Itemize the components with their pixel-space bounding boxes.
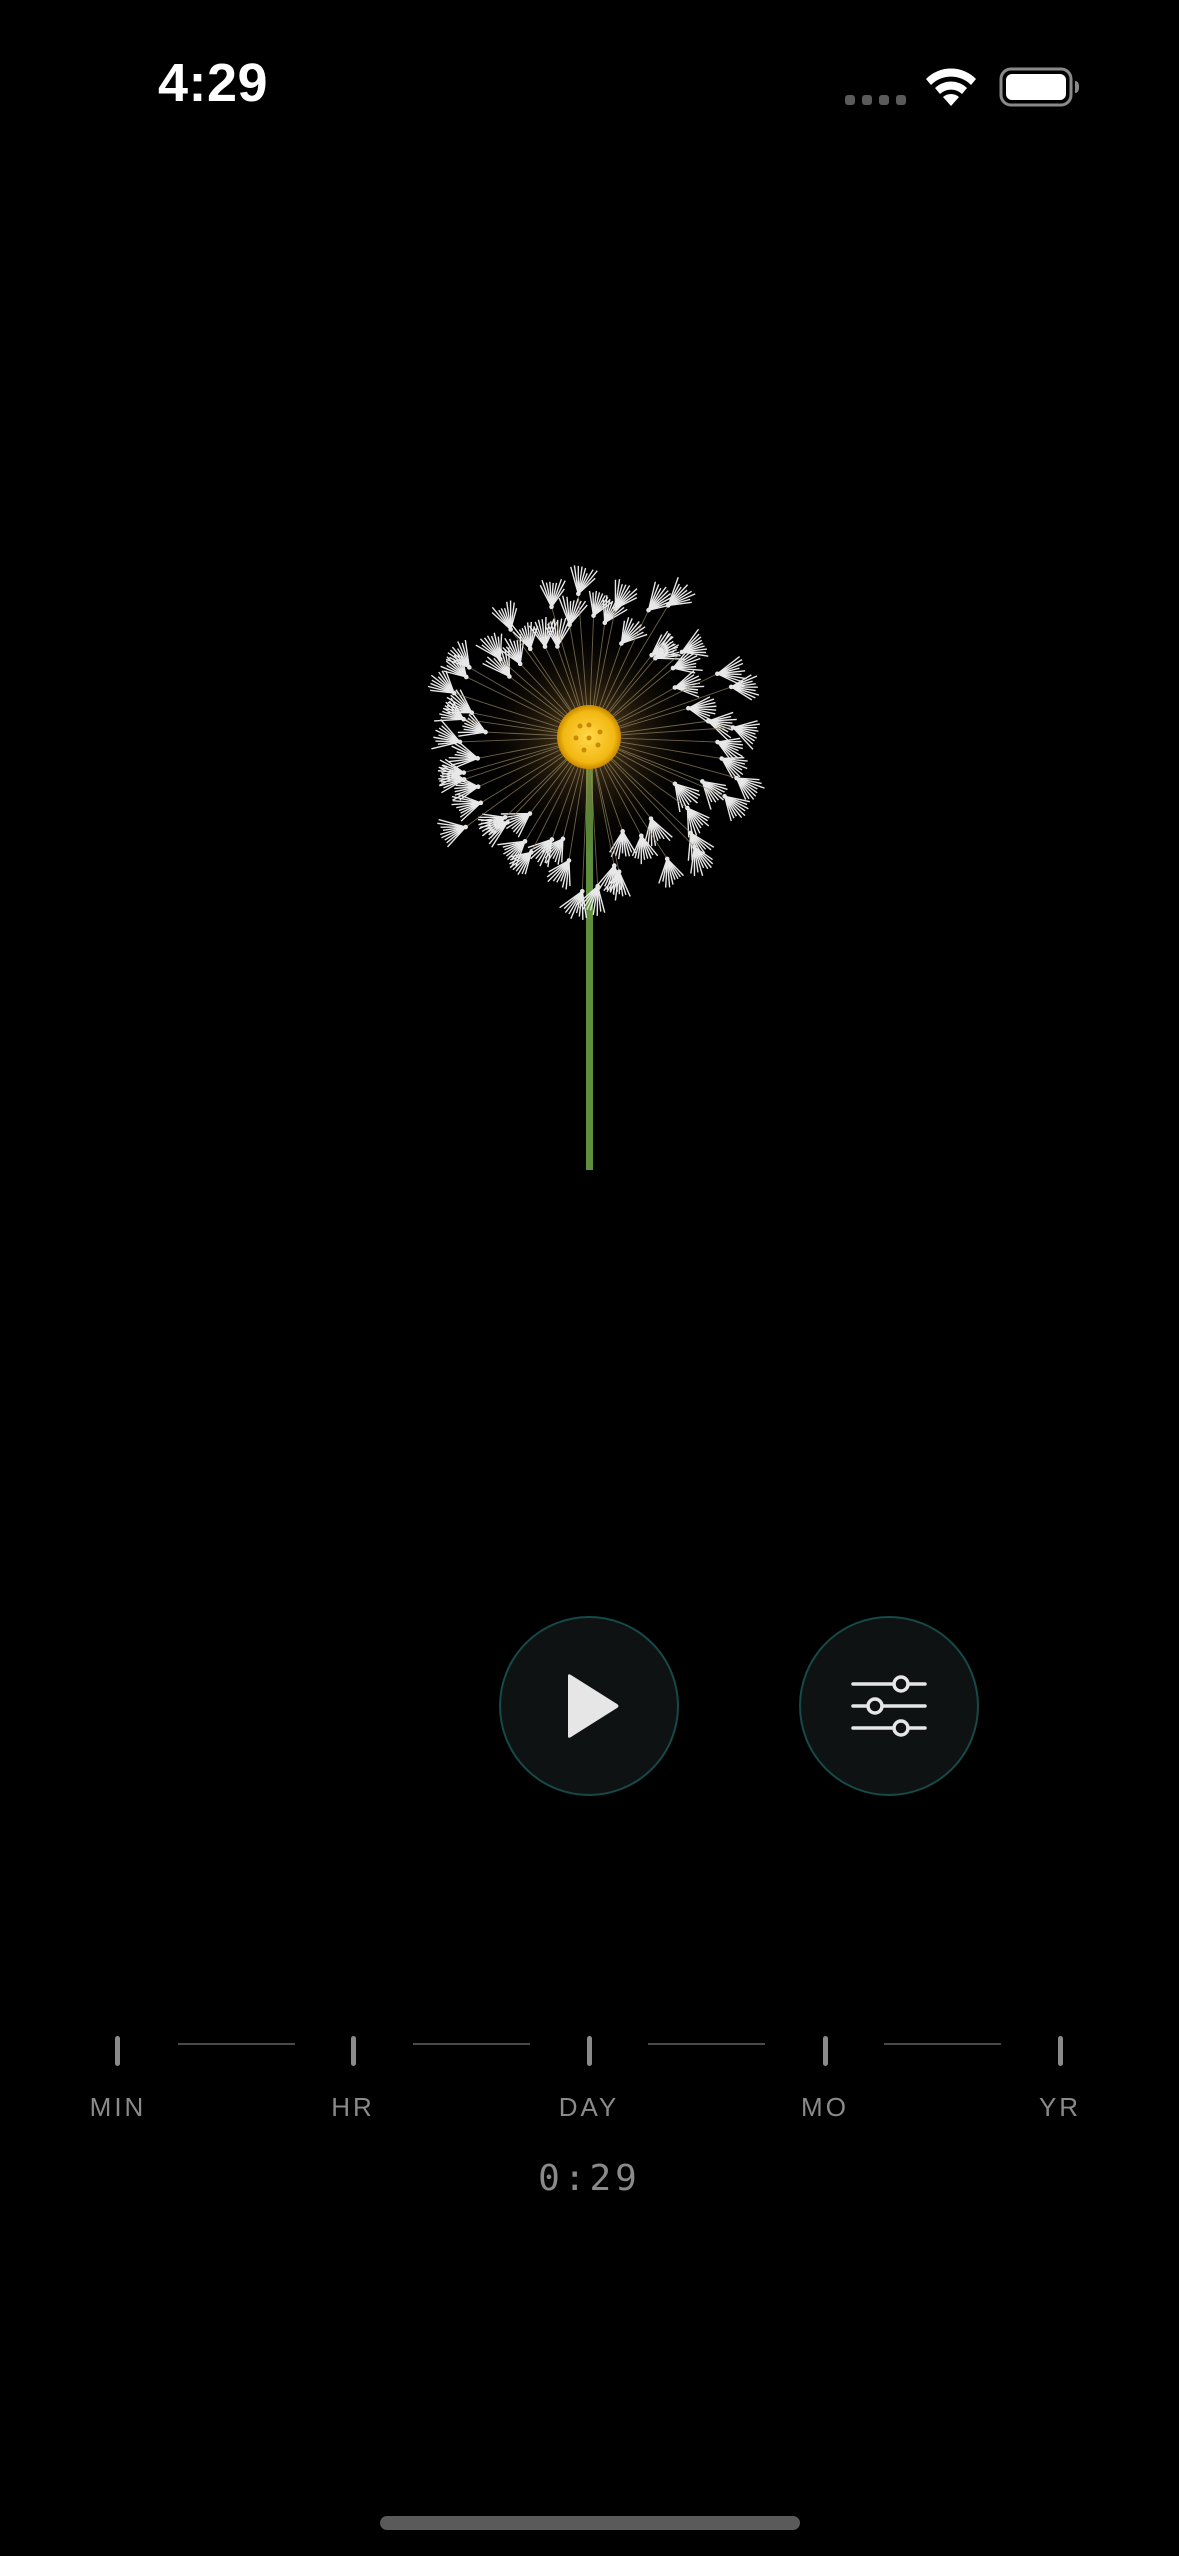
battery-icon <box>999 67 1079 107</box>
label-hr[interactable]: HR <box>293 2092 413 2123</box>
label-mo[interactable]: MO <box>765 2092 885 2123</box>
wifi-icon <box>926 68 976 106</box>
tick-mo[interactable] <box>823 2036 828 2066</box>
status-time: 4:29 <box>158 53 269 113</box>
scale-segment <box>178 2043 295 2045</box>
tick-min[interactable] <box>115 2036 120 2066</box>
tick-day[interactable] <box>587 2036 592 2066</box>
sliders-icon <box>851 1675 927 1737</box>
scale-segment <box>884 2043 1001 2045</box>
time-scale[interactable]: MIN HR DAY MO YR <box>0 2030 1179 2150</box>
label-min[interactable]: MIN <box>58 2092 178 2123</box>
elapsed-time: 0:29 <box>538 2158 641 2199</box>
cellular-signal-icon <box>845 95 906 105</box>
play-icon <box>568 1674 619 1738</box>
settings-button[interactable] <box>799 1616 979 1796</box>
tick-hr[interactable] <box>351 2036 356 2066</box>
label-yr[interactable]: YR <box>1000 2092 1120 2123</box>
scale-segment <box>648 2043 765 2045</box>
label-day[interactable]: DAY <box>529 2092 649 2123</box>
home-indicator[interactable] <box>380 2516 800 2530</box>
scale-segment <box>413 2043 530 2045</box>
play-button[interactable] <box>499 1616 679 1796</box>
tick-yr[interactable] <box>1058 2036 1063 2066</box>
dandelion-icon[interactable] <box>389 560 789 1180</box>
